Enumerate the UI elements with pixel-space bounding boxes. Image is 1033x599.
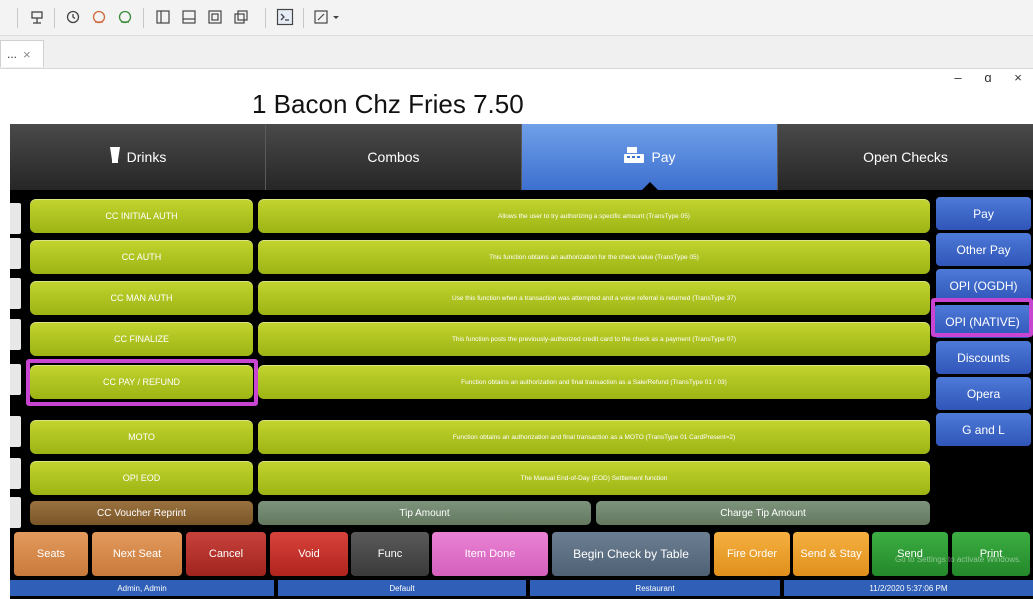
status-profile: Default <box>278 580 526 596</box>
window-controls: – ɑ × <box>943 69 1033 87</box>
session-tab[interactable]: ... × <box>0 40 44 67</box>
panel-left-icon[interactable] <box>152 7 174 27</box>
next-seat-button[interactable]: Next Seat <box>92 532 182 576</box>
func-button[interactable]: Func <box>351 532 429 576</box>
function-description[interactable]: Use this function when a transaction was… <box>258 281 930 315</box>
cancel-button[interactable]: Cancel <box>186 532 266 576</box>
tab-label: Pay <box>651 149 676 165</box>
highlight-box <box>931 298 1033 337</box>
tab-label: Combos <box>367 149 420 165</box>
remote-toolbar <box>0 0 1033 36</box>
pos-window: – ɑ × 1 Bacon Chz Fries 7.50 Drinks Comb… <box>10 69 1033 599</box>
sync-icon[interactable] <box>114 7 136 27</box>
category-bar: Drinks Combos Pay Open Checks <box>10 124 1033 191</box>
tab-label: Open Checks <box>863 149 948 165</box>
edge-tab <box>10 238 21 269</box>
item-done-button[interactable]: Item Done <box>432 532 548 576</box>
toolbar-separator <box>303 8 304 28</box>
panel-bottom-icon[interactable] <box>178 7 200 27</box>
function-description[interactable]: Function obtains an authorization and fi… <box>258 420 930 454</box>
cup-icon <box>109 146 121 169</box>
cc-man-auth-button[interactable]: CC MAN AUTH <box>30 281 253 315</box>
tip-amount-button[interactable]: Tip Amount <box>258 501 591 525</box>
cc-initial-auth-button[interactable]: CC INITIAL AUTH <box>30 199 253 233</box>
fire-order-button[interactable]: Fire Order <box>714 532 790 576</box>
function-description[interactable]: Function obtains an authorization and fi… <box>258 365 930 399</box>
status-user: Admin, Admin <box>10 580 274 596</box>
activation-watermark: Go to Settings to activate Windows. <box>895 555 1022 564</box>
status-revenue-center: Restaurant <box>530 580 780 596</box>
opi-eod-button[interactable]: OPI EOD <box>30 461 253 495</box>
function-description[interactable]: This function posts the previously-autho… <box>258 322 930 356</box>
restore-button[interactable]: ɑ <box>973 69 1003 87</box>
side-pay[interactable]: Pay <box>936 197 1031 230</box>
edge-tab <box>10 278 21 309</box>
side-opera[interactable]: Opera <box>936 377 1031 410</box>
edge-tab <box>10 416 21 447</box>
send-button[interactable]: Send <box>872 532 948 576</box>
charge-tip-amount-button[interactable]: Charge Tip Amount <box>596 501 930 525</box>
highlight-box <box>26 359 258 406</box>
close-button[interactable]: × <box>1003 69 1033 87</box>
tab-combos[interactable]: Combos <box>266 124 522 190</box>
alert-icon[interactable] <box>88 7 110 27</box>
toolbar-separator <box>54 8 55 28</box>
tab-label: Drinks <box>126 149 167 165</box>
toolbar-separator <box>265 8 266 28</box>
status-datetime: 11/2/2020 5:37:06 PM <box>784 580 1033 596</box>
tab-open-checks[interactable]: Open Checks <box>778 124 1033 190</box>
send-and-stay-button[interactable]: Send & Stay <box>793 532 869 576</box>
check-item-line[interactable]: 1 Bacon Chz Fries 7.50 <box>252 89 524 120</box>
seats-button[interactable]: Seats <box>14 532 88 576</box>
expand-icon[interactable] <box>312 7 342 27</box>
minimize-button[interactable]: – <box>943 69 973 87</box>
history-icon[interactable] <box>62 7 84 27</box>
toolbar-separator <box>17 8 18 28</box>
cc-auth-button[interactable]: CC AUTH <box>30 240 253 274</box>
pos-screen: Drinks Combos Pay Open Checks CC INITIAL… <box>10 124 1033 599</box>
cash-register-icon <box>623 146 645 169</box>
tab-drinks[interactable]: Drinks <box>10 124 266 190</box>
plug-icon[interactable] <box>26 7 48 27</box>
check-detail: 1 Bacon Chz Fries 7.50 <box>10 87 1033 121</box>
cc-finalize-button[interactable]: CC FINALIZE <box>30 322 253 356</box>
cc-voucher-reprint-button[interactable]: CC Voucher Reprint <box>30 501 253 525</box>
side-g-and-l[interactable]: G and L <box>936 413 1031 446</box>
toolbar-separator <box>143 8 144 28</box>
begin-check-by-table-button[interactable]: Begin Check by Table <box>552 532 710 576</box>
fit-screen-icon[interactable] <box>204 7 226 27</box>
tab-pay[interactable]: Pay <box>522 124 778 191</box>
edge-tab <box>10 364 21 395</box>
edge-tab <box>10 203 21 234</box>
function-description[interactable]: Allows the user to try authorizing a spe… <box>258 199 930 233</box>
edge-tab <box>10 458 21 489</box>
moto-button[interactable]: MOTO <box>30 420 253 454</box>
function-description[interactable]: This function obtains an authorization f… <box>258 240 930 274</box>
session-tab-strip: ... × <box>0 36 1033 69</box>
void-button[interactable]: Void <box>270 532 348 576</box>
print-button[interactable]: Print <box>952 532 1030 576</box>
close-icon[interactable]: × <box>23 47 31 62</box>
edge-tab <box>10 497 21 528</box>
session-tab-label: ... <box>7 47 18 61</box>
edge-tab <box>10 319 21 350</box>
function-description[interactable]: The Manual End-of-Day (EOD) Settlement f… <box>258 461 930 495</box>
terminal-icon[interactable] <box>274 7 296 27</box>
window-icon[interactable] <box>230 7 252 27</box>
side-discounts[interactable]: Discounts <box>936 341 1031 374</box>
side-other-pay[interactable]: Other Pay <box>936 233 1031 266</box>
